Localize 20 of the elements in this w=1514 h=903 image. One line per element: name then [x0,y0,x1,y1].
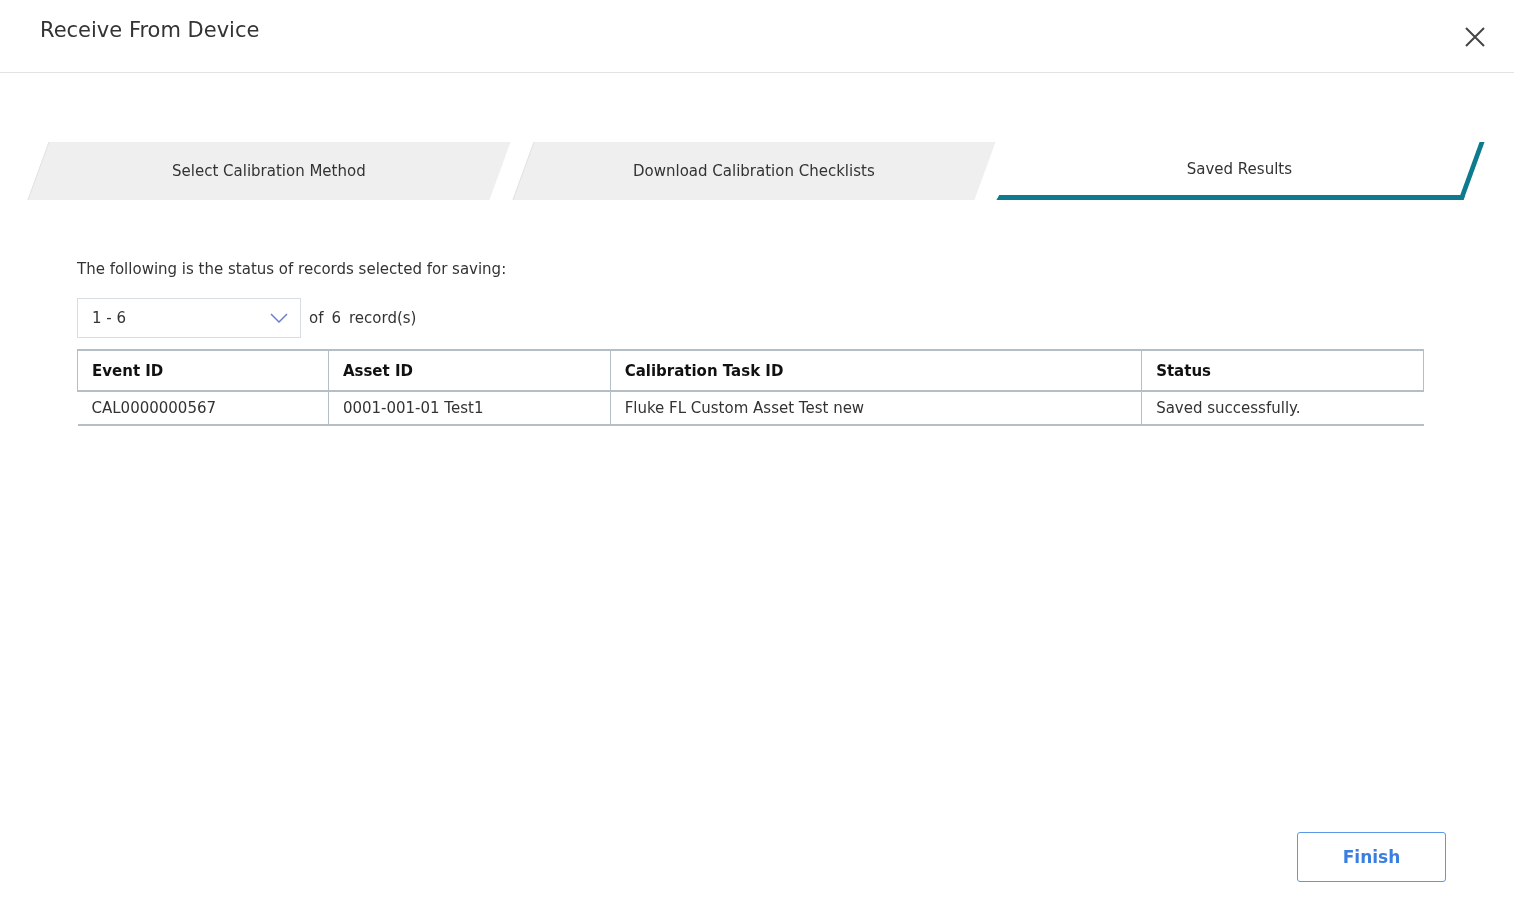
column-header: Status [1141,350,1424,391]
record-total: 6 [331,309,341,327]
finish-button[interactable]: Finish [1297,832,1446,882]
of-label: of [309,309,324,327]
table-cell: Saved successfully. [1141,391,1424,425]
step-tab[interactable]: Download Calibration Checklists [512,142,995,200]
intro-text: The following is the status of records selected for saving: [77,260,508,278]
records-label: record(s) [349,309,417,327]
column-header: Event ID [77,350,329,391]
range-dropdown[interactable]: 1 - 6 [77,298,301,338]
step-tab[interactable]: Select Calibration Method [27,142,511,200]
dialog-title: Receive From Device [40,18,260,42]
step-tab[interactable]: Saved Results [996,142,1485,200]
column-header: Asset ID [328,350,611,391]
close-icon [1464,26,1486,48]
table-cell: CAL0000000567 [77,391,329,425]
column-header: Calibration Task ID [610,350,1142,391]
chevron-down-icon [270,313,288,323]
table-cell: Fluke FL Custom Asset Test new [610,391,1142,425]
table-cell: 0001-001-01 Test1 [328,391,611,425]
